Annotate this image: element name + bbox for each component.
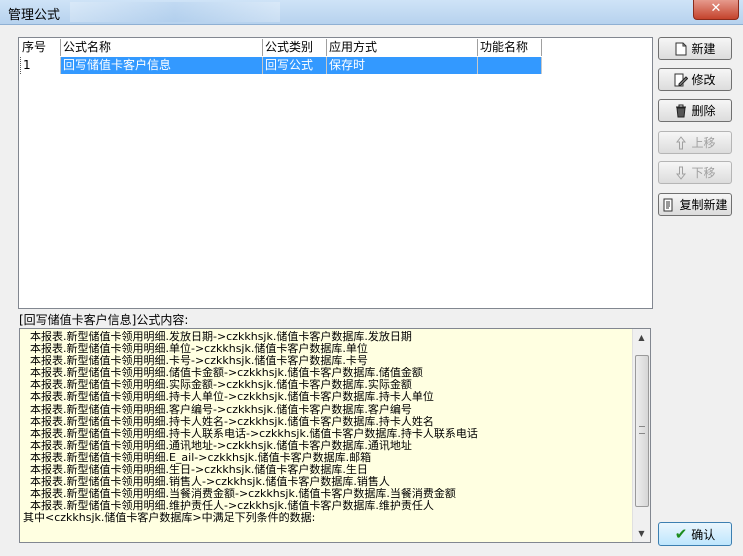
formula-content-text[interactable]: 本报表.新型储值卡领用明细.发放日期->czkkhsjk.储值卡客户数据库.发放… <box>23 331 632 525</box>
close-button[interactable]: ✕ <box>693 0 739 20</box>
cell-formula-type[interactable]: 回写公式 <box>263 57 327 74</box>
move-up-button[interactable]: 上移 <box>658 131 732 154</box>
formula-line: 本报表.新型储值卡领用明细.销售人->czkkhsjk.储值卡客户数据库.销售人 <box>23 476 390 489</box>
copy-document-icon <box>662 198 676 212</box>
formula-line: 本报表.新型储值卡领用明细.单位->czkkhsjk.储值卡客户数据库.单位 <box>23 343 368 356</box>
formula-line: 其中<czkkhsjk.储值卡客户数据库>中满足下列条件的数据: <box>23 512 316 525</box>
checkmark-icon: ✔ <box>674 525 688 543</box>
edit-button-label: 修改 <box>691 73 716 87</box>
background-window-ghost <box>70 2 280 22</box>
confirm-button-label: 确认 <box>691 527 716 542</box>
copy-new-button-label: 复制新建 <box>679 198 728 212</box>
formula-line: 本报表.新型储值卡领用明细.生日->czkkhsjk.储值卡客户数据库.生日 <box>23 464 368 477</box>
formula-line: 本报表.新型储值卡领用明细.通讯地址->czkkhsjk.储值卡客户数据库.通讯… <box>23 439 412 452</box>
formula-line: 本报表.新型储值卡领用明细.当餐消费金额->czkkhsjk.储值卡客户数据库.… <box>23 488 456 501</box>
arrow-up-icon <box>674 135 688 150</box>
dialog-body: 序号 公式名称 公式类别 应用方式 功能名称 1 回写储值卡客户信息 回写公式 … <box>0 25 743 556</box>
cell-function-name[interactable] <box>478 57 542 74</box>
edit-button[interactable]: 修改 <box>658 68 732 91</box>
arrow-down-icon <box>674 166 688 180</box>
formula-line: 本报表.新型储值卡领用明细.客户编号->czkkhsjk.储值卡客户数据库.客户… <box>23 403 412 416</box>
scroll-up-icon[interactable]: ▲ <box>633 329 650 346</box>
column-header-function-name[interactable]: 功能名称 <box>478 39 542 56</box>
confirm-button[interactable]: ✔ 确认 <box>658 522 732 546</box>
new-button[interactable]: 新建 <box>658 37 732 60</box>
scroll-down-icon[interactable]: ▼ <box>633 525 650 542</box>
formula-line: 本报表.新型储值卡领用明细.维护责任人->czkkhsjk.储值卡客户数据库.维… <box>23 500 434 513</box>
scroll-thumb[interactable] <box>635 355 649 507</box>
move-down-button[interactable]: 下移 <box>658 161 732 184</box>
edit-document-icon <box>674 73 689 87</box>
move-down-button-label: 下移 <box>691 166 716 180</box>
cell-formula-name[interactable]: 回写储值卡客户信息 <box>61 57 263 74</box>
delete-button-label: 删除 <box>691 104 716 118</box>
copy-new-button[interactable]: 复制新建 <box>658 193 732 216</box>
formula-line: 本报表.新型储值卡领用明细.实际金额->czkkhsjk.储值卡客户数据库.实际… <box>23 379 412 392</box>
formula-line: 本报表.新型储值卡领用明细.卡号->czkkhsjk.储值卡客户数据库.卡号 <box>23 355 368 368</box>
cell-index[interactable]: 1 <box>20 57 61 74</box>
delete-button[interactable]: 删除 <box>658 99 732 122</box>
title-bar: 管理公式 ✕ <box>0 0 743 25</box>
window-title: 管理公式 <box>8 8 61 23</box>
formula-content-label: [回写储值卡客户信息]公式内容: <box>19 313 189 327</box>
formula-line: 本报表.新型储值卡领用明细.发放日期->czkkhsjk.储值卡客户数据库.发放… <box>23 331 412 343</box>
column-header-formula-type[interactable]: 公式类别 <box>263 39 327 56</box>
formula-line: 本报表.新型储值卡领用明细.持卡人姓名->czkkhsjk.储值卡客户数据库.持… <box>23 415 434 428</box>
cell-apply-mode[interactable]: 保存时 <box>327 57 478 74</box>
vertical-scrollbar[interactable]: ▲ ▼ <box>632 329 650 542</box>
move-up-button-label: 上移 <box>691 136 716 150</box>
formula-line: 本报表.新型储值卡领用明细.持卡人单位->czkkhsjk.储值卡客户数据库.持… <box>23 391 434 404</box>
formula-line: 本报表.新型储值卡领用明细.储值卡金额->czkkhsjk.储值卡客户数据库.储… <box>23 367 423 380</box>
new-document-icon <box>674 42 688 56</box>
formula-line: 本报表.新型储值卡领用明细.持卡人联系电话->czkkhsjk.储值卡客户数据库… <box>23 427 478 440</box>
column-header-formula-name[interactable]: 公式名称 <box>61 39 263 56</box>
formula-table[interactable]: 序号 公式名称 公式类别 应用方式 功能名称 1 回写储值卡客户信息 回写公式 … <box>18 37 653 309</box>
formula-line: 本报表.新型储值卡领用明细.E_ail->czkkhsjk.储值卡客户数据库.邮… <box>23 451 372 464</box>
grip-icon <box>639 426 645 434</box>
formula-content-box[interactable]: 本报表.新型储值卡领用明细.发放日期->czkkhsjk.储值卡客户数据库.发放… <box>19 328 651 543</box>
trash-icon <box>674 104 688 118</box>
column-header-apply-mode[interactable]: 应用方式 <box>327 39 478 56</box>
column-header-index[interactable]: 序号 <box>20 39 61 56</box>
new-button-label: 新建 <box>691 42 716 56</box>
